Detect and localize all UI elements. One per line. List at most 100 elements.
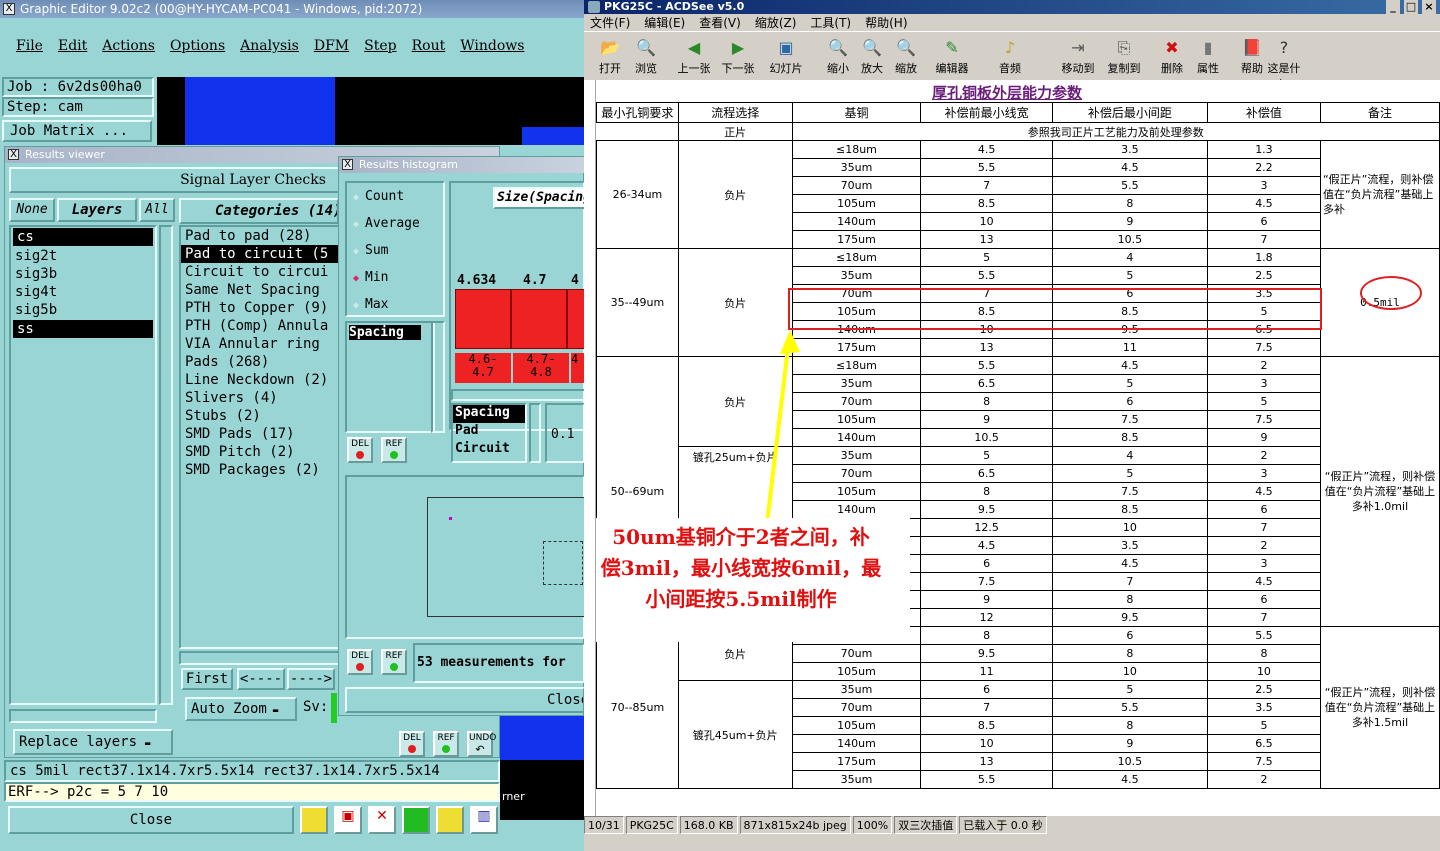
spacing-list[interactable]: Spacing [345,321,435,433]
none-button[interactable]: None [9,198,55,222]
acd-menu-item[interactable]: 缩放(Z) [755,16,797,30]
layer-item[interactable]: cs [13,228,153,246]
layer-list[interactable]: cs sig2t sig3b sig4t sig5b ss [9,225,157,705]
menu-analysis[interactable]: Analysis [240,38,299,54]
histogram-bar-1[interactable] [455,289,511,349]
toolbar-button-9[interactable]: ♪ 音频 [986,38,1034,76]
replace-layers-select[interactable]: Replace layers ▬ [13,729,173,755]
del-button[interactable]: DEL [347,437,373,463]
toolbar-button-8[interactable]: ✎ 编辑器 [928,38,976,76]
toolbar-button-7[interactable]: 🔍 缩放 [882,38,930,76]
ref-button[interactable]: REF [433,731,459,757]
toolbar-button-4[interactable]: ▣ 幻灯片 [762,38,810,76]
category-item[interactable]: PTH to Copper (9) [181,299,339,317]
graphics-canvas[interactable] [157,77,584,145]
layer-scrollbar[interactable] [159,225,173,705]
next-button[interactable]: ----> [287,668,335,690]
command-input[interactable]: ERF--> p2c = 5 7 10 [4,782,500,802]
category-item[interactable]: PTH (Comp) Annula [181,317,339,335]
job-matrix-button[interactable]: Job Matrix ... [2,120,152,142]
toolbar-button-13[interactable]: ▮ 属性 [1184,38,1232,76]
categories-list[interactable]: Pad to pad (28) Pad to circuit (5 Circuit … [179,225,341,649]
measure-list[interactable]: Spacing Pad Circuit [451,403,527,463]
minimize-icon[interactable]: _ [1386,0,1400,14]
category-item[interactable]: SMD Packages (2) [181,461,339,479]
stat-radio-max[interactable]: ◆ Max [347,291,443,318]
menu-rout[interactable]: Rout [412,38,446,54]
del-button[interactable]: DEL [347,649,373,675]
category-item[interactable]: Slivers (4) [181,389,339,407]
measure-item[interactable]: Circuit [453,441,525,459]
layer-item[interactable]: sig4t [11,283,155,301]
menu-edit[interactable]: Edit [58,38,87,54]
auto-zoom-select[interactable]: Auto Zoom ▬ [185,697,297,721]
layers-icon[interactable] [402,806,430,834]
category-item[interactable]: Circuit to circui [181,263,339,281]
ref-button[interactable]: REF [381,437,407,463]
toolbar-button-1[interactable]: 🔍 浏览 [622,38,670,76]
measure-item[interactable]: Spacing [453,405,525,423]
del-button[interactable]: DEL [399,731,425,757]
chart-hscroll[interactable] [451,389,587,401]
stat-radio-group[interactable]: ◆ Count ◆ Average ◆ Sum ◆ Min ◆ Max [345,181,445,317]
stat-radio-average[interactable]: ◆ Average [347,210,443,237]
close-button[interactable]: Close [8,806,294,834]
window-close-icon[interactable]: X [3,3,15,15]
spacing-scrollbar[interactable] [431,321,445,433]
acd-menu-item[interactable]: 查看(V) [699,16,741,30]
menu-file[interactable]: File [16,38,43,54]
histogram-icon[interactable]: ▥ [470,806,498,834]
no-ref-icon[interactable]: ✕ [368,806,396,834]
first-button[interactable]: First [181,668,233,690]
ref-button[interactable]: REF [381,649,407,675]
snap-icon[interactable]: ▣ [334,806,362,834]
layer-hscroll[interactable] [9,709,157,723]
stat-radio-sum[interactable]: ◆ Sum [347,237,443,264]
notes-icon[interactable] [436,806,464,834]
layer-item[interactable]: sig5b [11,301,155,319]
measure-scrollbar[interactable] [529,403,541,463]
histogram-bar-2[interactable] [511,289,567,349]
menu-dfm[interactable]: DFM [314,38,349,54]
category-item[interactable]: SMD Pitch (2) [181,443,339,461]
layer-item[interactable]: sig2t [11,247,155,265]
menu-step[interactable]: Step [364,38,396,54]
category-item[interactable]: Pads (268) [181,353,339,371]
layer-item[interactable]: sig3b [11,265,155,283]
close-icon[interactable]: X [8,149,19,160]
categories-hscroll[interactable] [179,651,341,665]
category-item[interactable]: Stubs (2) [181,407,339,425]
prev-button[interactable]: <---- [237,668,285,690]
acd-menu-item[interactable]: 帮助(H) [865,16,907,30]
category-item[interactable]: Same Net Spacing [181,281,339,299]
menu-options[interactable]: Options [170,38,225,54]
acd-menu-item[interactable]: 文件(F) [590,16,630,30]
acd-menu-item[interactable]: 工具(T) [810,16,851,30]
stat-radio-min[interactable]: ◆ Min [347,264,443,291]
histogram-close-button[interactable]: Close [345,687,585,713]
toolbar-button-3[interactable]: ▶ 下一张 [714,38,762,76]
category-item[interactable]: Line Neckdown (2) [181,371,339,389]
category-item[interactable]: SMD Pads (17) [181,425,339,443]
category-item[interactable]: Pad to pad (28) [181,227,339,245]
menu-actions[interactable]: Actions [102,38,155,54]
preview-canvas[interactable] [345,475,587,639]
stat-radio-count[interactable]: ◆ Count [347,183,443,210]
maximize-icon[interactable]: □ [1404,0,1418,14]
acd-menu-item[interactable]: 编辑(E) [644,16,685,30]
table-cell: 8 [920,626,1053,645]
value-field[interactable]: 0.1 [545,403,585,463]
category-item[interactable]: Pad to circuit (5 [181,245,339,263]
measure-item[interactable]: Pad [453,423,525,441]
close-icon[interactable]: X [342,159,353,170]
layer-item[interactable]: ss [13,320,153,338]
toolbar-button-2[interactable]: ◀ 上一张 [670,38,718,76]
toolbar-button-11[interactable]: ⎘ 复制到 [1100,38,1148,76]
measure-icon[interactable] [300,806,328,834]
close-icon[interactable]: × [1422,0,1436,14]
all-button[interactable]: All [139,198,175,222]
menu-windows[interactable]: Windows [460,38,524,54]
toolbar-button-10[interactable]: ⇥ 移动到 [1054,38,1102,76]
undo-button[interactable]: UNDO ↶ [467,731,496,757]
category-item[interactable]: VIA Annular ring [181,335,339,353]
